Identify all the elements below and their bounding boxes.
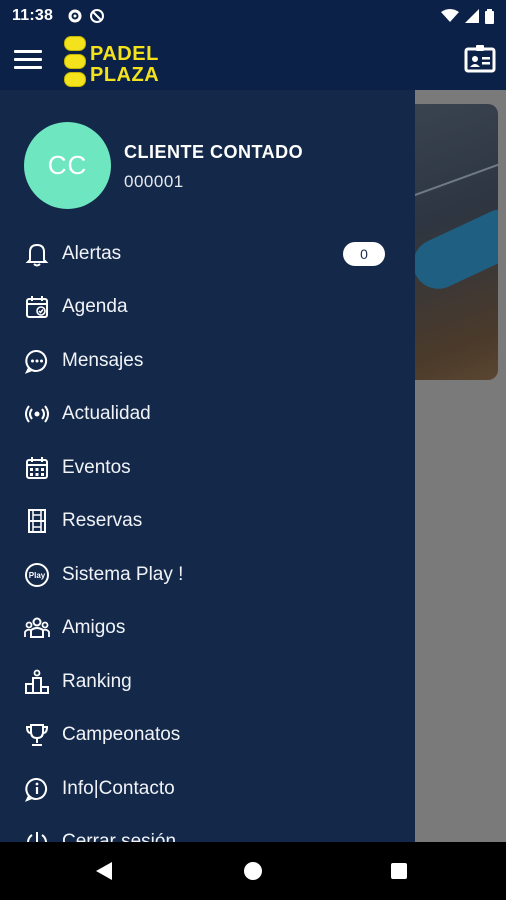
menu-item-ranking[interactable]: Ranking [0,655,415,709]
logo-word-plaza: PLAZA [90,64,160,86]
avatar-initials: CC [47,150,88,180]
user-name: CLIENTE CONTADO [124,142,304,162]
do-not-disturb-icon [90,9,105,23]
menu-item-alertas[interactable]: Alertas 0 [0,227,415,281]
hamburger-line-icon [14,50,42,53]
padel-plaza-logo: PADEL PLAZA [64,34,164,88]
podium-icon [23,668,51,696]
back-triangle-icon[interactable] [96,862,112,880]
menu-item-label: Amigos [62,617,126,639]
avatar[interactable]: CC [24,122,111,209]
menu-item-label: Actualidad [62,403,151,425]
group-icon [23,614,51,642]
chat-bubble-icon [23,347,51,375]
menu-item-info-contacto[interactable]: Info|Contacto [0,762,415,816]
menu-item-actualidad[interactable]: Actualidad [0,388,415,442]
logo-word-padel: PADEL [90,43,159,65]
menu-item-label: Sistema Play ! [62,563,184,585]
app-bar: PADEL PLAZA [0,32,506,90]
menu-item-label: Info|Contacto [62,777,175,799]
menu-item-sistema-play[interactable]: Play Sistema Play ! [0,548,415,602]
calendar-check-icon [23,293,51,321]
bell-icon [23,240,51,268]
status-time: 11:38 [12,7,54,24]
menu-item-agenda[interactable]: Agenda [0,281,415,335]
menu-item-campeonatos[interactable]: Campeonatos [0,709,415,763]
calendar-grid-icon [23,454,51,482]
menu-item-amigos[interactable]: Amigos [0,602,415,656]
menu-item-mensajes[interactable]: Mensajes [0,334,415,388]
signal-icon [465,9,479,23]
menu-item-label: Ranking [62,670,132,692]
court-icon [23,507,51,535]
info-bubble-icon [23,775,51,803]
broadcast-icon [23,400,51,428]
menu-item-eventos[interactable]: Eventos [0,441,415,495]
id-card-icon [464,45,496,73]
home-circle-icon[interactable] [244,862,262,880]
menu-item-label: Agenda [62,296,128,318]
system-nav-bar [0,842,506,900]
trophy-icon [23,721,51,749]
menu-item-label: Mensajes [62,349,144,371]
battery-icon [485,8,494,24]
drawer-menu: Alertas 0 Agenda Mensajes Actualidad Eve… [0,227,415,842]
recent-apps-square-icon[interactable] [391,863,407,879]
menu-item-reservas[interactable]: Reservas [0,495,415,549]
menu-item-label: Cerrar sesión [62,831,177,842]
logo-balls-icon [64,36,86,87]
status-bar: 11:38 [0,0,506,32]
menu-item-label: Eventos [62,456,131,478]
svg-text:Play: Play [29,571,46,580]
menu-item-cerrar-sesion[interactable]: Cerrar sesión [0,816,415,842]
hamburger-line-icon [14,58,42,61]
play-badge-icon: Play [23,561,51,589]
menu-item-label: Campeonatos [62,724,181,746]
user-code: 000001 [124,172,184,191]
menu-item-label: Alertas [62,242,122,264]
menu-item-label: Reservas [62,510,143,532]
settings-icon [68,9,82,23]
alerts-count-badge: 0 [343,242,385,266]
member-card-button[interactable] [464,44,496,74]
hamburger-line-icon [14,66,42,69]
hamburger-menu-button[interactable] [14,50,42,72]
navigation-drawer: CC CLIENTE CONTADO 000001 Alertas 0 Agen… [0,90,415,842]
wifi-icon [441,9,459,22]
power-icon [23,828,51,842]
